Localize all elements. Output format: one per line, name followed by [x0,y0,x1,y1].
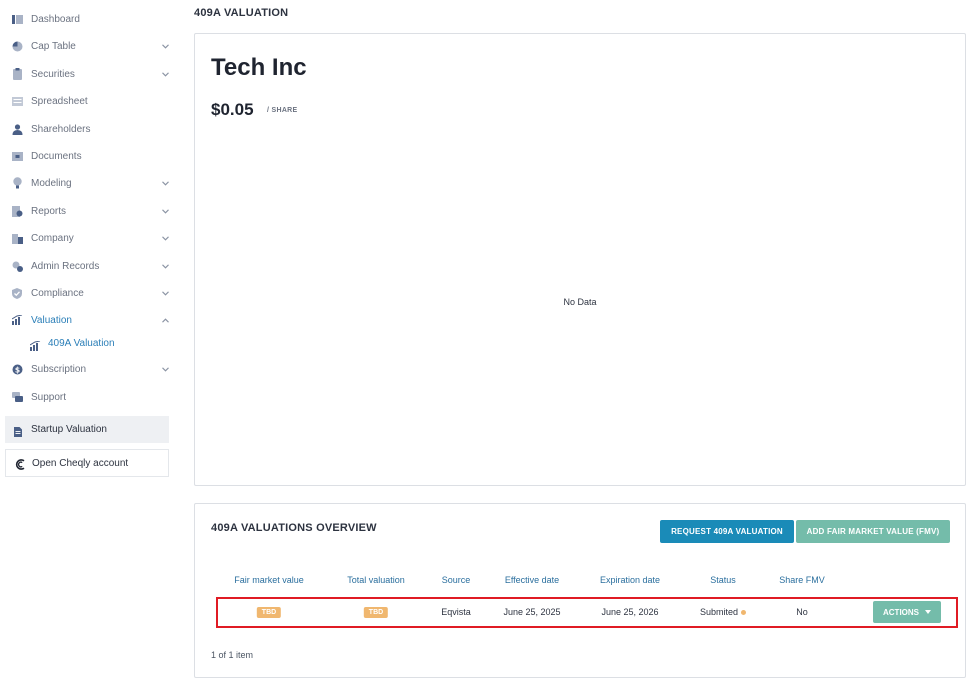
column-header-fair-market-value[interactable]: Fair market value [234,575,304,585]
sidebar-item-label: Securities [31,68,75,80]
svg-text:$: $ [14,365,19,374]
sidebar-item-subscription[interactable]: $ Subscription [0,358,178,380]
sidebar-item-modeling[interactable]: Modeling [0,172,178,194]
chevron-down-icon [161,42,169,50]
effective-date-cell: June 25, 2025 [503,607,561,617]
sidebar-item-label: Cap Table [31,40,76,52]
gears-icon [11,260,23,272]
dollar-circle-icon: $ [11,363,23,375]
bar-chart-icon [29,338,42,351]
chevron-down-icon [161,70,169,78]
sidebar-item-company[interactable]: Company [0,227,178,249]
open-cheqly-account-button[interactable]: Open Cheqly account [5,449,169,477]
support-icon [11,391,23,403]
total-valuation-badge: TBD [363,607,389,618]
status-dot-icon [741,610,747,616]
dashboard-icon [11,13,23,25]
sidebar-item-label: Spreadsheet [31,95,88,107]
column-header-effective-date[interactable]: Effective date [505,575,559,585]
chevron-down-icon [161,365,169,373]
open-cheqly-account-label: Open Cheqly account [32,457,129,469]
reports-icon [11,205,23,217]
sidebar-item-label: Modeling [31,177,72,189]
status-text: Submited [699,607,739,617]
sidebar-item-label: Compliance [31,287,84,299]
folder-icon [11,150,23,162]
actions-dropdown-button[interactable]: ACTIONS [873,601,941,623]
add-fair-market-value-button[interactable]: ADD FAIR MARKET VALUE (FMV) [796,520,950,543]
overview-title: 409A VALUATIONS OVERVIEW [211,522,377,534]
chevron-down-icon [161,262,169,270]
sidebar-subitem-409a-valuation[interactable]: 409A Valuation [0,335,178,353]
table-row-highlight [216,597,958,628]
actions-label: ACTIONS [883,607,919,617]
chevron-down-icon [161,179,169,187]
bar-chart-icon [11,314,23,326]
page-title: 409A VALUATION [194,7,289,19]
share-price: $0.05 [211,100,254,119]
sidebar-item-label: Dashboard [31,13,80,25]
chevron-down-icon [161,289,169,297]
pie-chart-icon [11,40,23,52]
column-header-source[interactable]: Source [442,575,471,585]
sidebar-item-admin-records[interactable]: Admin Records [0,255,178,277]
caret-down-icon [925,610,931,614]
chevron-down-icon [161,234,169,242]
company-name: Tech Inc [211,54,307,81]
user-icon [11,123,23,135]
startup-valuation-label: Startup Valuation [31,424,107,435]
column-header-status[interactable]: Status [710,575,736,585]
sidebar-item-valuation[interactable]: Valuation [0,309,178,331]
sidebar-item-label: Subscription [31,363,87,375]
sidebar: Dashboard Cap Table Securities Spreadshe… [0,0,178,689]
sidebar-item-cap-table[interactable]: Cap Table [0,35,178,57]
valuation-summary-card: Tech Inc $0.05 / SHARE No Data [194,33,966,486]
cheqly-logo-icon [15,457,25,470]
source-cell: Eqvista [441,607,471,617]
startup-valuation-button[interactable]: Startup Valuation [5,416,169,443]
lightbulb-icon [11,177,23,189]
sidebar-item-reports[interactable]: Reports [0,200,178,222]
shield-check-icon [11,287,23,299]
status-cell: Submited [699,607,747,617]
valuations-overview-card: 409A VALUATIONS OVERVIEW REQUEST 409A VA… [194,503,966,678]
request-409a-valuation-button[interactable]: REQUEST 409A VALUATION [660,520,794,543]
sidebar-item-label: Valuation [31,314,72,326]
fair-market-value-badge: TBD [256,607,282,618]
sidebar-item-label: Support [31,391,67,403]
share-price-unit: / SHARE [267,107,298,114]
sidebar-item-label: Documents [31,150,82,162]
sidebar-item-shareholders[interactable]: Shareholders [0,118,178,140]
chart-empty-message: No Data [563,297,597,307]
sidebar-item-label: Admin Records [31,260,100,272]
sidebar-item-label: Shareholders [31,123,91,135]
sidebar-item-support[interactable]: Support [0,386,178,408]
expiration-date-cell: June 25, 2026 [601,607,659,617]
building-icon [11,232,23,244]
column-header-share-fmv[interactable]: Share FMV [779,575,825,585]
sidebar-item-compliance[interactable]: Compliance [0,282,178,304]
sidebar-item-dashboard[interactable]: Dashboard [0,8,178,30]
column-header-total-valuation[interactable]: Total valuation [347,575,405,585]
sidebar-item-spreadsheet[interactable]: Spreadsheet [0,90,178,112]
share-fmv-cell: No [796,607,808,617]
sidebar-item-label: Company [31,232,74,244]
chevron-down-icon [161,207,169,215]
clipboard-icon [11,68,23,80]
column-header-expiration-date[interactable]: Expiration date [600,575,660,585]
sidebar-item-label: Reports [31,205,67,217]
document-icon [14,424,24,437]
sidebar-item-documents[interactable]: Documents [0,145,178,167]
pagination-summary: 1 of 1 item [211,650,254,660]
chevron-up-icon [161,316,169,324]
spreadsheet-icon [11,95,23,107]
sidebar-subitem-label: 409A Valuation [48,338,115,349]
sidebar-item-securities[interactable]: Securities [0,63,178,85]
